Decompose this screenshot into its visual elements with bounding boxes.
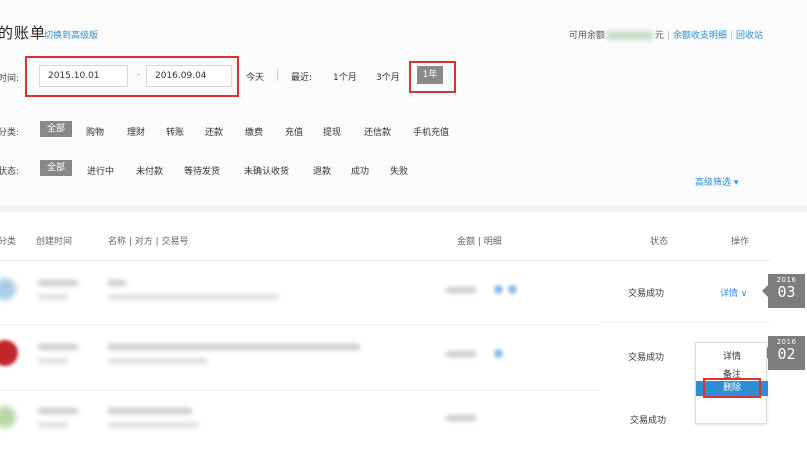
col-category: 分类: [0, 237, 17, 247]
row-status: 交易成功: [630, 416, 667, 426]
row-divider: [600, 322, 770, 323]
row-divider: [0, 324, 600, 325]
amount-blurred: [446, 415, 476, 421]
amount-blurred: [446, 351, 476, 357]
recent-label: 最近:: [291, 73, 313, 83]
one-month-option[interactable]: 1个月: [333, 70, 357, 83]
recycle-bin-link[interactable]: 回收站: [736, 31, 763, 41]
created-time-blurred: [38, 408, 78, 414]
detail-icon: [494, 285, 503, 294]
name-blurred: [108, 408, 192, 414]
balance-amount: [606, 31, 653, 40]
created-time-blurred: [38, 422, 68, 428]
divider: [277, 69, 278, 81]
today-option[interactable]: 今天: [246, 70, 264, 83]
category-option-shopping[interactable]: 购物: [86, 125, 104, 138]
time-label: 时间:: [0, 74, 20, 84]
badge-month: 02: [777, 345, 796, 363]
category-option-withdraw[interactable]: 提现: [323, 125, 341, 138]
status-option-unpaid[interactable]: 未付款: [136, 164, 163, 177]
header-divider: [0, 260, 770, 261]
name-blurred: [108, 344, 360, 350]
col-name-party-no: 名称 | 对方 | 交易号: [108, 237, 189, 247]
status-option-in-progress[interactable]: 进行中: [87, 164, 114, 177]
party-blurred: [108, 294, 278, 300]
balance-unit: 元: [654, 31, 664, 41]
category-icon: [0, 340, 18, 366]
category-option-credit-repay[interactable]: 还信款: [364, 125, 391, 138]
created-time-blurred: [38, 344, 78, 350]
created-time-blurred: [38, 280, 78, 286]
status-option-refund[interactable]: 退款: [313, 164, 331, 177]
row-divider: [0, 390, 600, 391]
col-amount-detail: 金额 | 明细: [457, 237, 502, 247]
created-time-blurred: [38, 358, 68, 364]
category-option-repayment[interactable]: 还款: [205, 125, 223, 138]
row-status: 交易成功: [628, 289, 665, 299]
category-option-finance[interactable]: 理财: [127, 125, 145, 138]
amount-blurred: [446, 287, 476, 293]
three-month-option[interactable]: 3个月: [376, 70, 400, 83]
page-title: 的账单: [0, 24, 47, 42]
row-status: 交易成功: [628, 353, 665, 363]
detail-icon: [508, 285, 517, 294]
advanced-filter-link[interactable]: 高级筛选 ▾: [695, 175, 738, 188]
row-detail-link[interactable]: 详情 ∨: [720, 286, 747, 299]
status-all-chip[interactable]: 全部: [40, 160, 73, 176]
delete-highlight: [703, 378, 761, 398]
category-option-mobile-topup[interactable]: 手机充值: [413, 125, 449, 138]
status-label: 状态:: [0, 167, 20, 177]
category-label: 分类:: [0, 128, 20, 138]
filter-panel: 的账单 切换到高级版 可用余额元 | 余额收支明细 | 回收站 时间: 2015.10.…: [0, 0, 807, 205]
balance-label: 可用余额: [568, 31, 605, 41]
col-action: 操作: [731, 237, 750, 247]
category-option-transfer[interactable]: 转账: [166, 125, 184, 138]
created-time-blurred: [38, 294, 68, 300]
category-all-chip[interactable]: 全部: [40, 121, 73, 137]
status-option-success[interactable]: 成功: [351, 164, 369, 177]
balance-bar: 可用余额元 | 余额收支明细 | 回收站: [568, 31, 763, 41]
party-blurred: [108, 422, 198, 428]
transaction-table: 分类 创建时间 名称 | 对方 | 交易号 金额 | 明细 状态 操作 交易成功…: [0, 212, 807, 457]
status-option-awaiting-shipment[interactable]: 等待发货: [184, 164, 220, 177]
party-blurred: [108, 358, 208, 364]
status-option-failed[interactable]: 失败: [390, 164, 408, 177]
badge-month: 03: [777, 283, 796, 301]
col-created-time: 创建时间: [36, 237, 73, 247]
category-option-bills[interactable]: 缴费: [245, 125, 263, 138]
category-option-topup[interactable]: 充值: [285, 125, 303, 138]
date-range-highlight: [25, 56, 239, 97]
menu-item-detail[interactable]: 详情: [696, 349, 768, 362]
balance-detail-link[interactable]: 余额收支明细: [673, 31, 727, 41]
switch-to-advanced-link[interactable]: 切换到高级版: [44, 28, 98, 41]
month-badge: 2016 02: [762, 336, 805, 370]
status-option-unconfirmed-receipt[interactable]: 未确认收货: [244, 164, 289, 177]
name-blurred: [108, 280, 126, 286]
category-icon: [0, 406, 16, 428]
category-icon: [0, 278, 16, 300]
one-year-highlight: [409, 61, 456, 93]
month-badge: 2016 03: [762, 274, 805, 308]
col-status: 状态: [650, 237, 669, 247]
detail-icon: [494, 349, 503, 358]
